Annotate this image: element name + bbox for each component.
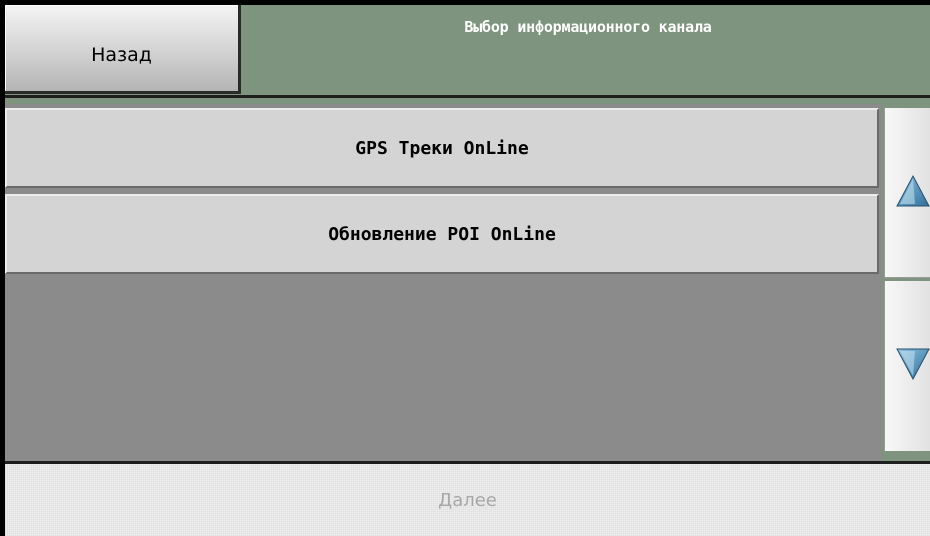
scroll-up-button[interactable] (884, 108, 930, 278)
triangle-down-icon (896, 348, 930, 381)
page-title: Выбор информационного канала (464, 18, 712, 36)
list-item-poi-update[interactable]: Обновление POI OnLine (5, 194, 879, 274)
triangle-up-icon (896, 174, 930, 207)
header-divider (5, 95, 930, 98)
list-item-gps-tracks[interactable]: GPS Треки OnLine (5, 108, 879, 188)
channel-list: GPS Треки OnLine Обновление POI OnLine (5, 104, 882, 461)
app-window: Назад Выбор информационного канала GPS Т… (0, 0, 930, 536)
next-button[interactable]: Далее (5, 464, 930, 536)
scroll-down-button[interactable] (884, 281, 930, 451)
back-button[interactable]: Назад (5, 5, 241, 94)
